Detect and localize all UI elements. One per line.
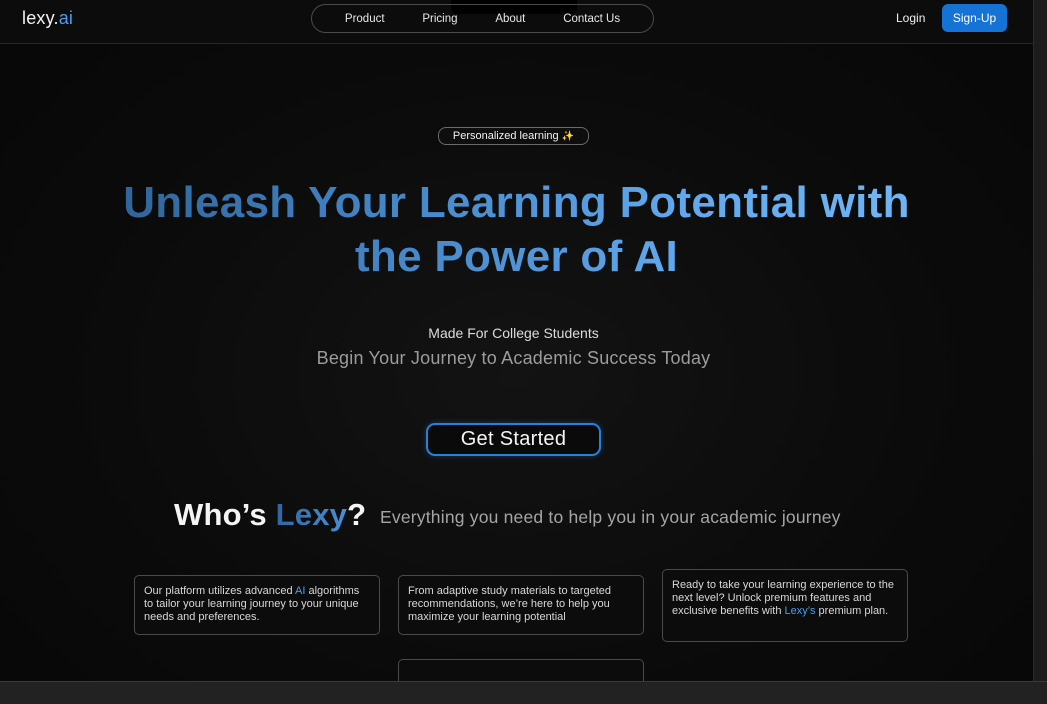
nav-item-product[interactable]: Product [345,13,385,25]
bottom-bar [0,681,1047,704]
about-heading-prefix: Who’s [174,497,276,532]
get-started-label: Get Started [460,428,567,450]
navbar: lexy.ai Product Pricing About Contact Us… [0,0,1033,44]
nav-item-pricing[interactable]: Pricing [422,13,457,25]
feature-card-ai: Our platform utilizes advanced AI algori… [134,575,380,635]
page: lexy.ai Product Pricing About Contact Us… [0,0,1033,681]
sign-up-button[interactable]: Sign-Up [942,4,1007,32]
feature-card-premium: Ready to take your learning experience t… [662,569,908,642]
nav-menu: Product Pricing About Contact Us [311,4,654,33]
nav-item-contact-us[interactable]: Contact Us [563,13,620,25]
logo-ai-text: ai [58,8,74,28]
feature-card-partial [398,659,644,681]
audience-subtitle: Made For College Students [428,325,599,341]
hero-title: Unleash Your Learning Potential with the… [60,176,973,284]
about-heading-name: Lexy [275,497,348,532]
sign-up-label: Sign-Up [952,11,997,25]
about-heading-suffix: ? [347,497,367,532]
hero-subtitle: Begin Your Journey to Academic Success T… [316,348,711,368]
vertical-scrollbar[interactable] [1033,0,1047,681]
nav-item-about[interactable]: About [495,13,525,25]
card-highlight: AI [295,585,306,597]
card-text: Our platform utilizes advanced [144,585,296,597]
sparkles-icon: ✨ [561,130,575,142]
hero-title-line-1: Unleash Your Learning Potential with [123,178,910,227]
badge-label: Personalized learning [452,130,559,142]
get-started-button[interactable]: Get Started [426,423,601,456]
card-text-end: premium plan. [815,605,889,617]
logo-text: lexy. [22,8,59,28]
personalized-learning-badge: Personalized learning ✨ [438,127,589,145]
login-link[interactable]: Login [896,11,925,25]
card-text: From adaptive study materials to targete… [408,585,611,623]
about-heading: Who’s Lexy? [174,497,366,533]
card-highlight: Lexy’s [784,605,816,617]
logo[interactable]: lexy.ai [22,8,73,29]
about-tagline: Everything you need to help you in your … [380,507,841,527]
feature-card-adaptive: From adaptive study materials to targete… [398,575,644,635]
hero-title-line-2: the Power of AI [354,232,679,281]
